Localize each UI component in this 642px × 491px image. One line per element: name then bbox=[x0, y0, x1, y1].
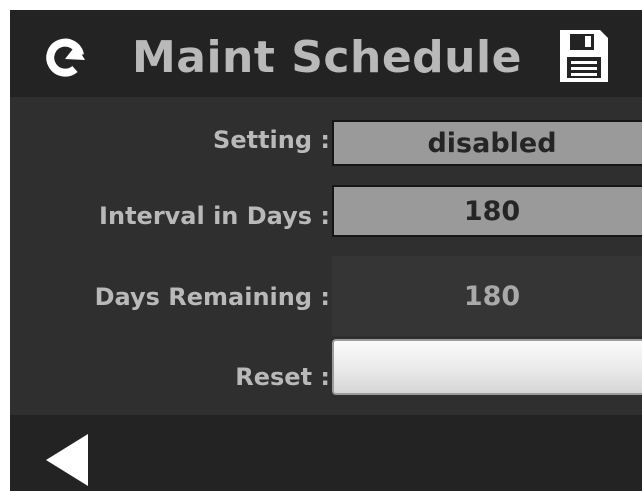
header-bar: Maint Schedule bbox=[10, 10, 642, 97]
interval-field[interactable]: 180 bbox=[332, 185, 642, 237]
save-icon[interactable] bbox=[556, 26, 612, 86]
refresh-icon[interactable] bbox=[41, 34, 89, 82]
interval-label: Interval in Days : bbox=[99, 202, 330, 230]
days-remaining-label: Days Remaining : bbox=[94, 283, 330, 311]
reset-label: Reset : bbox=[235, 363, 330, 391]
reset-button[interactable] bbox=[332, 339, 642, 395]
page-title: Maint Schedule bbox=[132, 32, 522, 83]
footer-bar bbox=[10, 415, 642, 491]
maint-schedule-screen: Maint Schedule Setting : disabled Interv… bbox=[10, 10, 642, 491]
back-arrow-icon[interactable] bbox=[42, 432, 92, 488]
days-remaining-value: 180 bbox=[332, 256, 642, 336]
setting-select[interactable]: disabled bbox=[332, 120, 642, 166]
setting-label: Setting : bbox=[213, 126, 330, 154]
